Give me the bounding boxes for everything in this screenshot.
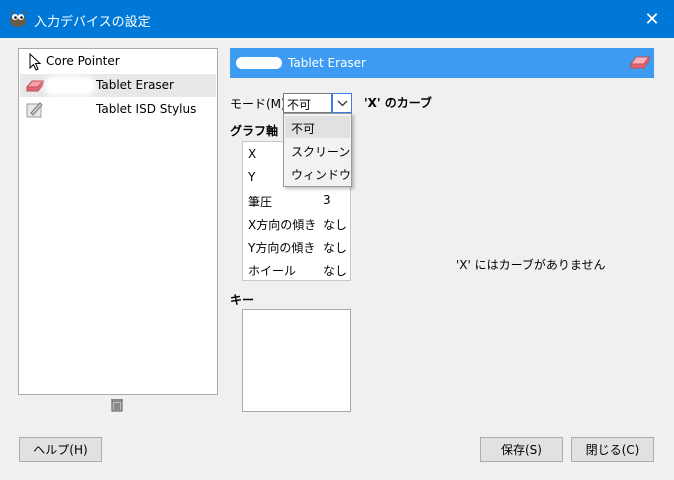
mode-option-window[interactable]: ウィンドウ <box>285 162 351 184</box>
keys-heading: キー <box>230 293 255 307</box>
device-label: Tablet Eraser <box>96 78 174 92</box>
axis-row-x[interactable]: X <box>248 147 256 161</box>
device-item-tablet-stylus[interactable]: Tablet ISD Stylus <box>20 98 216 121</box>
device-header-title: Tablet Eraser <box>288 56 366 70</box>
save-button[interactable]: 保存(S) <box>480 437 563 462</box>
title-bar: 入力デバイスの設定 ✕ <box>0 0 674 38</box>
device-list[interactable]: Core Pointer Tablet Eraser Tablet ISD St… <box>18 48 218 395</box>
axis-value: なし <box>323 218 348 232</box>
mode-select-value: 不可 <box>287 98 312 112</box>
axis-row-wheel[interactable]: ホイール なし <box>248 262 347 279</box>
gimp-wilber-icon <box>10 10 26 27</box>
axis-value: なし <box>323 264 348 278</box>
close-icon: ✕ <box>644 8 660 30</box>
keys-list[interactable] <box>242 309 351 412</box>
device-label: Tablet ISD Stylus <box>96 102 197 116</box>
mode-option-disabled[interactable]: 不可 <box>285 116 350 138</box>
mode-select[interactable]: 不可 <box>283 93 352 113</box>
axis-value: 3 <box>323 193 331 207</box>
axis-row-pressure[interactable]: 筆圧 3 <box>248 193 331 210</box>
eraser-icon <box>26 79 44 92</box>
eraser-icon <box>630 55 650 69</box>
stylus-icon <box>26 102 43 118</box>
axes-heading: グラフ軸 <box>230 124 279 138</box>
redacted-region <box>48 104 92 116</box>
mode-option-screen[interactable]: スクリーン <box>285 139 350 161</box>
redacted-region <box>236 57 282 69</box>
device-item-core-pointer[interactable]: Core Pointer <box>20 50 216 73</box>
close-button[interactable]: 閉じる(C) <box>571 437 654 462</box>
window-title: 入力デバイスの設定 <box>34 15 151 30</box>
trash-icon[interactable] <box>110 398 124 412</box>
axis-row-y[interactable]: Y <box>248 170 255 184</box>
axis-row-xtilt[interactable]: X方向の傾き なし <box>248 216 347 233</box>
cursor-arrow-icon <box>29 53 42 71</box>
chevron-down-icon[interactable] <box>331 93 352 113</box>
redacted-region <box>48 80 92 92</box>
no-curve-message: 'X' にはカーブがありません <box>456 258 606 272</box>
axis-row-ytilt[interactable]: Y方向の傾き なし <box>248 239 347 256</box>
help-button[interactable]: ヘルプ(H) <box>19 437 102 462</box>
device-header: Tablet Eraser <box>230 48 654 78</box>
curve-heading: 'X' のカーブ <box>364 96 433 110</box>
mode-dropdown-menu[interactable]: 不可 スクリーン ウィンドウ <box>283 113 352 187</box>
device-label: Core Pointer <box>46 54 120 68</box>
mode-label: モード(M): <box>230 97 290 111</box>
device-item-tablet-eraser[interactable]: Tablet Eraser <box>20 74 216 97</box>
axis-value: なし <box>323 241 348 255</box>
close-window-button[interactable]: ✕ <box>630 0 674 38</box>
